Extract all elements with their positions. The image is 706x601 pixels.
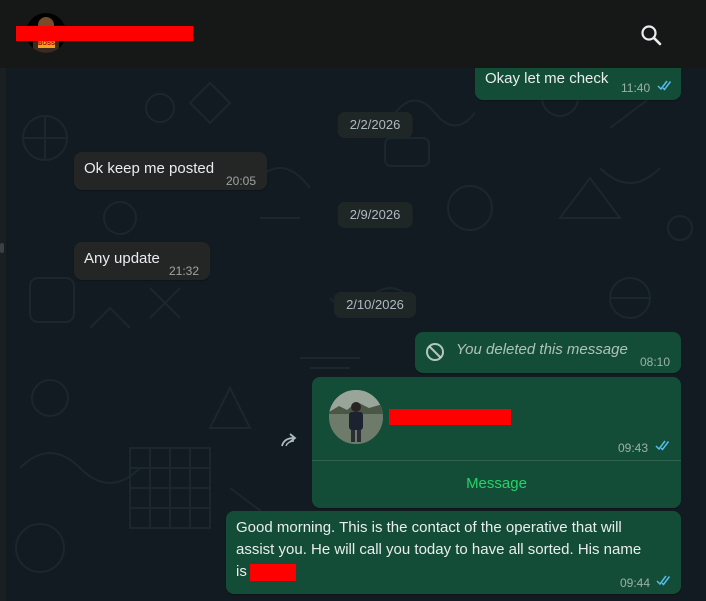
message-time: 20:05 (226, 174, 257, 188)
deleted-message-bubble[interactable]: You deleted this message 08:10 (415, 332, 681, 373)
message-bubble-outgoing[interactable]: Good morning. This is the contact of the… (226, 511, 681, 594)
message-text-line1: Good morning. This is the contact of the… (236, 519, 622, 536)
chat-header: BOSS (0, 0, 706, 68)
contact-name-redaction[interactable] (16, 26, 193, 41)
message-text: Ok keep me posted (84, 160, 215, 177)
message-text: Okay let me check (485, 70, 609, 87)
double-check-icon (655, 440, 670, 451)
contact-card-photo[interactable] (329, 390, 383, 444)
date-separator: 2/9/2026 (337, 202, 413, 228)
search-button[interactable] (636, 20, 666, 50)
message-text-line2: assist you. He will call you today to ha… (236, 541, 642, 558)
double-check-icon (657, 80, 672, 91)
message-time: 09:44 (620, 576, 651, 590)
name-redaction (250, 564, 296, 581)
chat-background: Okay let me check 11:40 2/2/2026 Ok keep… (0, 68, 706, 601)
message-text-line3: is (236, 563, 247, 580)
search-icon (641, 25, 662, 46)
date-separator: 2/2/2026 (337, 112, 413, 138)
contact-card-divider (312, 460, 681, 461)
block-icon (426, 343, 444, 361)
message-time: 21:32 (169, 264, 200, 278)
message-text: Any update (84, 250, 160, 267)
double-check-icon (656, 575, 671, 586)
message-time: 08:10 (640, 355, 671, 369)
contact-card-bubble[interactable]: 09:43 Message (312, 377, 681, 508)
message-bubble-incoming[interactable]: Any update 21:32 (74, 242, 210, 280)
message-time: 11:40 (621, 81, 651, 95)
message-time: 09:43 (618, 441, 649, 455)
message-contact-button[interactable]: Message (312, 473, 681, 495)
forward-icon[interactable] (280, 432, 302, 450)
contact-card-name-redaction (389, 409, 511, 425)
message-bubble-incoming[interactable]: Ok keep me posted 20:05 (74, 152, 267, 190)
date-separator: 2/10/2026 (334, 292, 416, 318)
message-bubble-outgoing[interactable]: Okay let me check 11:40 (475, 68, 681, 100)
deleted-message-text: You deleted this message (456, 341, 628, 358)
panel-resize-handle[interactable] (0, 68, 6, 601)
